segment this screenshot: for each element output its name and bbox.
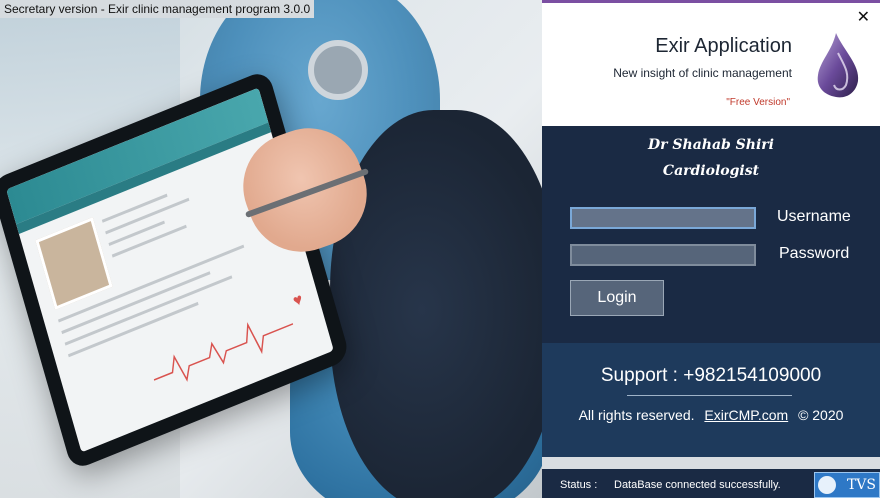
vendor-logo-icon: [818, 476, 836, 494]
app-subtitle: New insight of clinic management: [613, 66, 792, 80]
password-label: Password: [779, 245, 850, 262]
password-field[interactable]: [570, 244, 756, 266]
divider: [627, 395, 792, 396]
username-field[interactable]: [570, 207, 756, 229]
vendor-badge: TVS: [814, 472, 880, 498]
support-phone: Support : +982154109000: [600, 365, 822, 386]
stethoscope-shape: [308, 40, 368, 100]
website-link[interactable]: ExirCMP.com: [704, 407, 788, 423]
username-label: Username: [777, 208, 851, 225]
vendor-badge-text: TVS: [846, 477, 876, 493]
doctor-specialty: Cardiologist: [662, 163, 760, 179]
app-title: Exir Application: [655, 35, 792, 57]
support-section: Support : +982154109000 All rights reser…: [542, 343, 880, 457]
photo-nurse-hair: [330, 110, 542, 498]
app-logo-icon: [817, 33, 859, 98]
status-label: Status :: [560, 479, 598, 491]
window-title: Secretary version - Exir clinic manageme…: [0, 0, 315, 18]
patient-photo: [35, 217, 113, 310]
edition-label: "Free Version": [726, 97, 790, 108]
heart-icon: ♥: [291, 290, 305, 311]
rights-line: All rights reserved. ExirCMP.com © 2020: [542, 407, 880, 423]
copyright-text: © 2020: [798, 407, 844, 423]
status-value: DataBase connected successfully.: [614, 479, 781, 491]
login-panel: ✕ Exir Application New insight of clinic…: [542, 0, 880, 498]
status-bar: Status : DataBase connected successfully…: [542, 469, 880, 498]
close-icon[interactable]: ✕: [857, 7, 870, 27]
footer-strip: [542, 457, 880, 469]
login-button[interactable]: Login: [570, 280, 664, 316]
doctor-name: Dr Shahab Shiri: [648, 137, 774, 153]
background-photo: ♥: [0, 0, 542, 498]
ecg-graphic: [153, 322, 294, 382]
rights-text: All rights reserved.: [578, 407, 695, 423]
app-header: ✕ Exir Application New insight of clinic…: [542, 3, 880, 126]
